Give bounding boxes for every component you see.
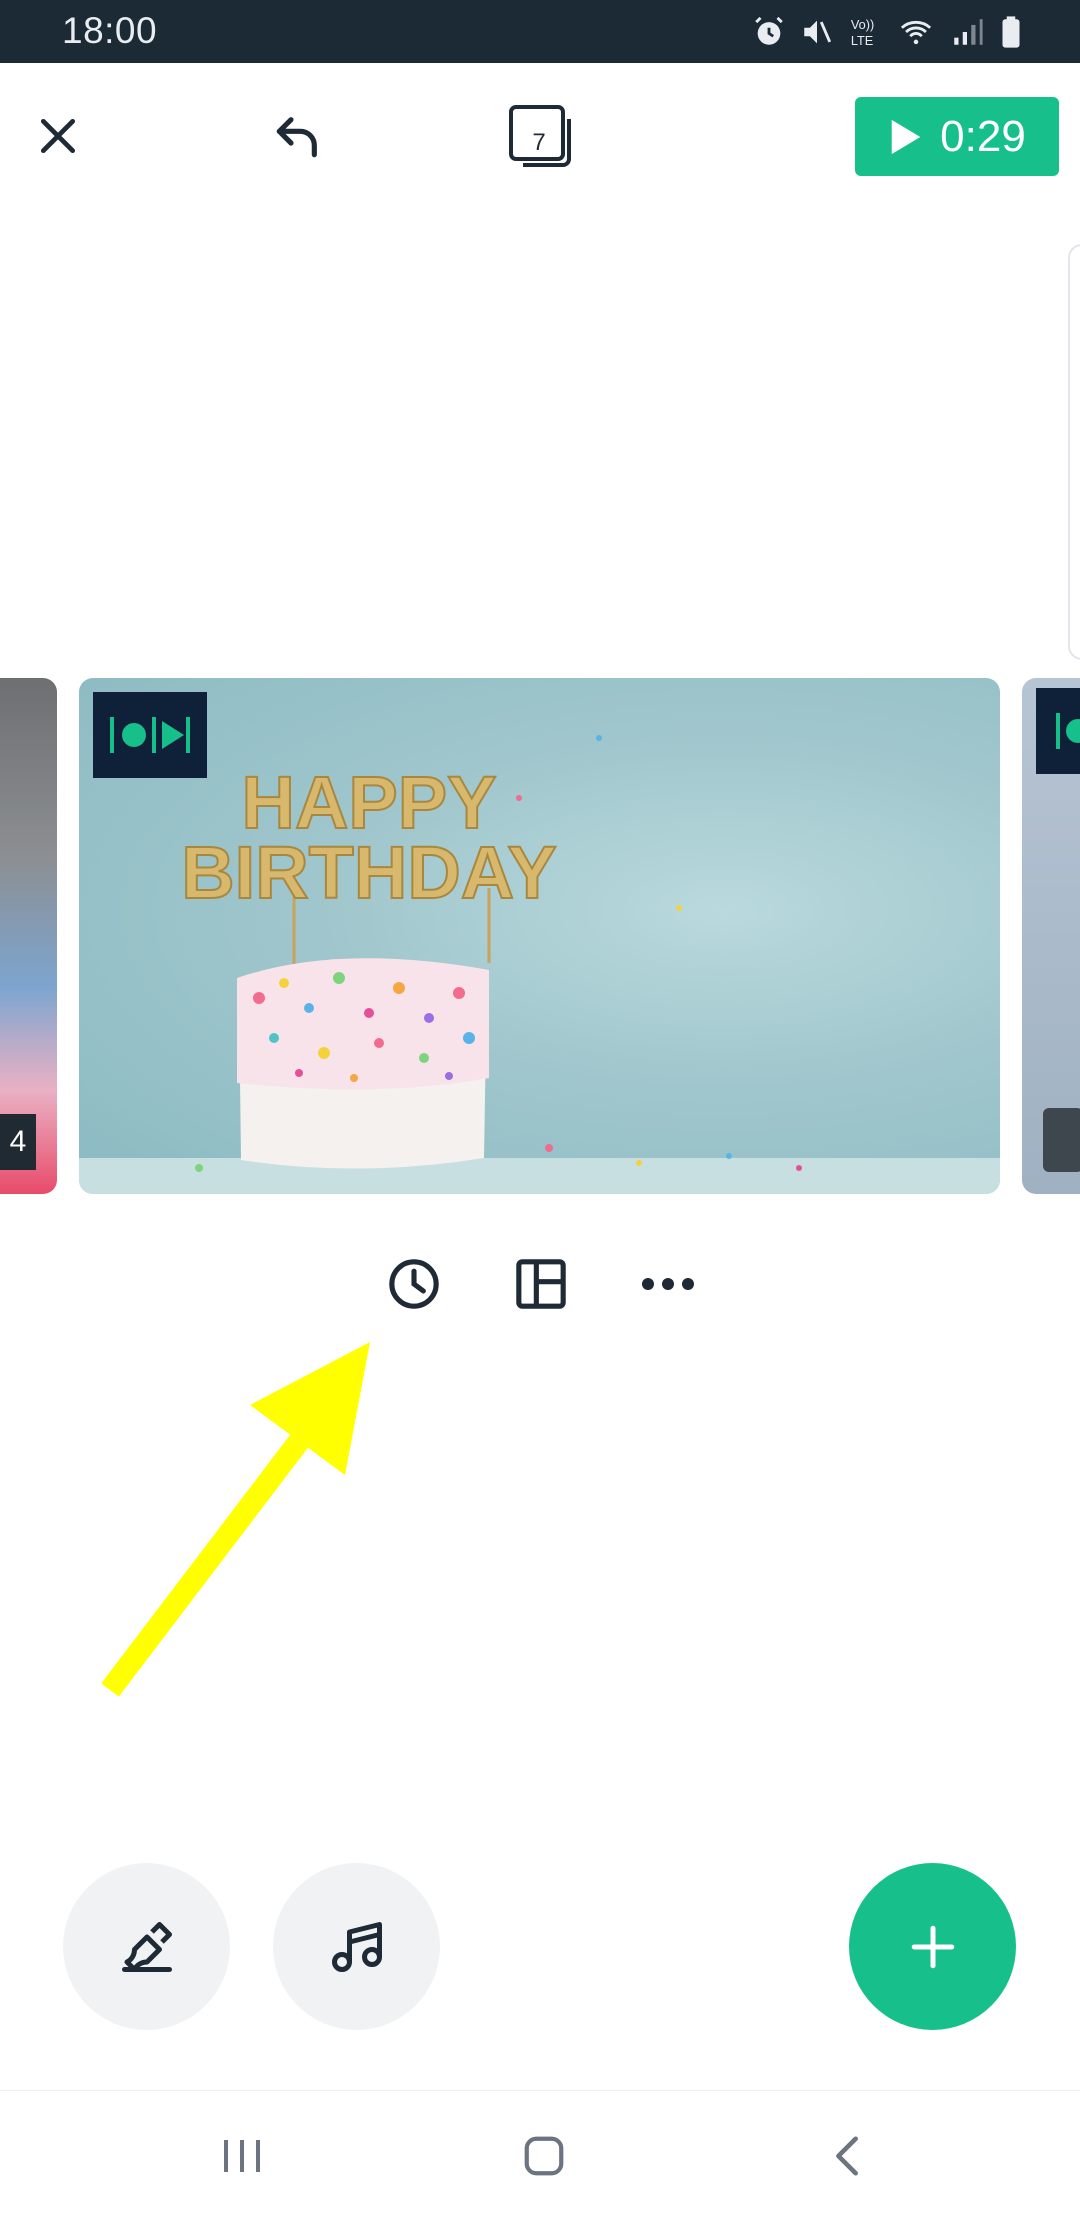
style-button[interactable] bbox=[63, 1863, 230, 2030]
transition-badge[interactable] bbox=[93, 692, 207, 778]
slides-stack-icon: 7 bbox=[507, 103, 573, 169]
brush-icon bbox=[121, 1921, 172, 1972]
slides-count: 7 bbox=[532, 129, 546, 156]
svg-text:LTE: LTE bbox=[851, 33, 873, 48]
close-button[interactable] bbox=[22, 92, 94, 180]
play-duration: 0:29 bbox=[940, 111, 1026, 161]
status-time: 18:00 bbox=[62, 10, 158, 51]
annotation-arrow bbox=[101, 1342, 370, 1697]
edge-card bbox=[1068, 244, 1080, 660]
birthday-cake-image: HAPPY BIRTHDAY bbox=[79, 735, 1000, 1194]
status-bar: 18:00 Vo)) LTE bbox=[0, 0, 1080, 63]
alarm-icon bbox=[755, 16, 783, 45]
close-icon bbox=[40, 118, 76, 154]
transition-badge-next[interactable] bbox=[1036, 688, 1080, 774]
music-note-icon bbox=[331, 1921, 382, 1972]
timing-button[interactable] bbox=[378, 1248, 450, 1320]
plus-icon bbox=[911, 1925, 954, 1968]
svg-text:Vo)): Vo)) bbox=[851, 17, 874, 32]
add-clip-button[interactable] bbox=[849, 1863, 1016, 2030]
status-icons: Vo)) LTE bbox=[752, 10, 1024, 54]
music-button[interactable] bbox=[273, 1863, 440, 2030]
play-preview-button[interactable]: 0:29 bbox=[855, 97, 1059, 176]
undo-icon bbox=[276, 117, 317, 158]
slide-current[interactable]: HAPPY BIRTHDAY bbox=[79, 678, 1000, 1194]
wifi-icon bbox=[900, 20, 932, 45]
slide-number-badge: 4 bbox=[0, 1114, 36, 1170]
volte-icon: Vo))LTE bbox=[851, 17, 874, 48]
mute-icon bbox=[804, 20, 832, 44]
slides-count-button[interactable]: 7 bbox=[498, 92, 582, 180]
clock-icon bbox=[389, 1259, 439, 1309]
slide-badge-next bbox=[1043, 1108, 1080, 1172]
battery-icon bbox=[1002, 16, 1020, 48]
back-icon bbox=[836, 2136, 858, 2176]
more-options-button[interactable] bbox=[632, 1248, 704, 1320]
play-icon bbox=[891, 119, 921, 154]
recent-apps-icon bbox=[224, 2140, 260, 2172]
layout-icon bbox=[516, 1259, 566, 1309]
back-button[interactable] bbox=[806, 2121, 890, 2191]
signal-icon bbox=[954, 19, 983, 45]
undo-button[interactable] bbox=[258, 92, 338, 180]
recent-apps-button[interactable] bbox=[200, 2121, 284, 2191]
transition-icon bbox=[110, 717, 190, 753]
layout-button[interactable] bbox=[505, 1248, 577, 1320]
home-button[interactable] bbox=[502, 2121, 586, 2191]
transition-icon bbox=[1056, 713, 1080, 749]
navigation-bar bbox=[0, 2090, 1080, 2221]
home-icon bbox=[524, 2136, 564, 2176]
more-icon bbox=[642, 1278, 694, 1290]
cake-topper-line2: BIRTHDAY bbox=[181, 831, 557, 914]
